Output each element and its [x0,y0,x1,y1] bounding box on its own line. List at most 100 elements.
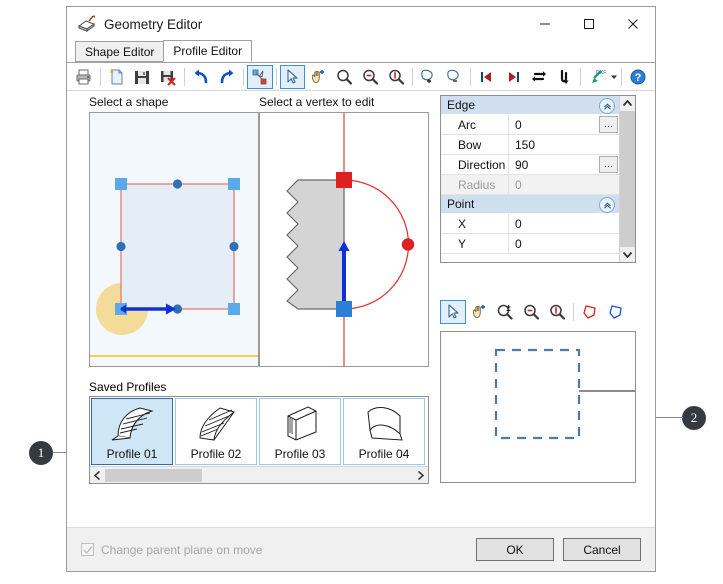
direction-browse-button[interactable]: … [599,156,618,173]
profile-card-04[interactable]: Profile 04 [343,398,425,465]
property-value-field[interactable]: 0 [509,214,619,233]
property-row-arc[interactable]: Arc 0 … [441,115,619,135]
new-document-icon[interactable] [104,65,130,89]
print-icon[interactable] [71,65,97,89]
saved-profiles-row: Profile 01 Profile 02 Profile 03 Profile… [90,397,428,466]
preview-toolbar [440,300,636,324]
geometry-editor-icon [77,15,97,33]
property-value-field[interactable]: 0 [509,234,619,253]
callout-marker-1: 1 [29,441,53,465]
undo-icon[interactable] [188,65,214,89]
zoom-reset-icon[interactable] [383,65,409,89]
scroll-up-icon[interactable] [620,96,635,111]
first-step-icon[interactable] [474,65,500,89]
region-red-icon[interactable] [577,300,603,324]
property-grid-scrollbar[interactable] [619,96,635,262]
profile-label: Profile 03 [274,447,326,461]
scroll-right-icon[interactable] [413,468,428,483]
delete-save-icon[interactable] [155,65,181,89]
minimize-button[interactable] [523,7,567,41]
main-toolbar: DXF ? [67,63,655,91]
profile-card-03[interactable]: Profile 03 [259,398,341,465]
zoom-out-icon[interactable] [357,65,383,89]
property-grid-rows: Edge Arc 0 … Bow 150 Direction 90 … Radi… [441,96,619,262]
group-title: Point [447,197,475,211]
property-row-y[interactable]: Y 0 [441,234,619,254]
property-row-x[interactable]: X 0 [441,214,619,234]
vertex-edit-canvas[interactable] [259,112,429,367]
property-name: Radius [441,175,509,194]
property-group-header-point[interactable]: Point [441,195,619,214]
profile-card-01[interactable]: Profile 01 [91,398,173,465]
profile-wave-thumb [176,399,256,447]
scroll-left-icon[interactable] [90,468,105,483]
collapse-chevron-icon[interactable] [599,197,615,213]
profile-preview-panel[interactable] [440,331,636,483]
ok-button[interactable]: OK [476,538,554,561]
close-button[interactable] [611,7,655,41]
toolbar-separator [411,67,413,86]
collapse-chevron-icon[interactable] [599,98,615,114]
profile-block-thumb [260,399,340,447]
dxf-dropdown-caret-icon[interactable] [610,65,618,89]
redo-icon[interactable] [214,65,240,89]
edit-vertex-icon[interactable] [246,64,273,89]
window-controls [523,7,655,41]
zoom-window-icon[interactable] [492,300,518,324]
select-arrow-icon[interactable] [279,64,306,89]
toolbar-separator [580,67,582,86]
flip-horizontal-icon[interactable] [526,65,552,89]
scrollbar-thumb[interactable] [105,468,202,482]
region-blue-icon[interactable] [603,300,629,324]
property-value-field[interactable]: 0 … [509,115,619,134]
property-row-bow[interactable]: Bow 150 [441,135,619,155]
property-value: 0 [515,216,522,231]
property-name: Direction [441,155,509,174]
pan-hand-icon[interactable] [305,65,331,89]
cancel-button[interactable]: Cancel [563,538,641,561]
flip-vertical-icon[interactable] [551,65,577,89]
change-parent-plane-checkbox[interactable]: Change parent plane on move [81,543,262,557]
property-group-header-edge[interactable]: Edge [441,96,619,115]
group-title: Edge [447,98,476,112]
title-bar: Geometry Editor [67,7,655,41]
tab-shape-editor[interactable]: Shape Editor [75,41,165,62]
property-name: Y [441,234,509,253]
pan-hand-icon[interactable] [466,300,492,324]
property-row-radius: Radius 0 [441,175,619,195]
save-icon[interactable] [130,65,156,89]
property-value-field[interactable]: 90 … [509,155,619,174]
zoom-icon[interactable] [331,65,357,89]
scrollbar-thumb[interactable] [620,111,635,247]
arc-browse-button[interactable]: … [599,116,618,133]
tab-profile-editor[interactable]: Profile Editor [163,40,253,62]
maximize-button[interactable] [567,7,611,41]
property-row-direction[interactable]: Direction 90 … [441,155,619,175]
svg-text:DXF: DXF [596,70,606,76]
profile-card-02[interactable]: Profile 02 [175,398,257,465]
last-step-icon[interactable] [500,65,526,89]
property-name: X [441,214,509,233]
profile-label: Profile 02 [190,447,242,461]
zoom-out-icon[interactable] [518,300,544,324]
dialog-footer: Change parent plane on move OK Cancel [67,527,655,571]
toolbar-separator [621,67,623,86]
zoom-reset-icon[interactable] [544,300,570,324]
checkbox-box[interactable] [81,543,94,556]
tab-label: Shape Editor [85,45,155,59]
help-icon[interactable]: ? [625,65,651,89]
remove-region-icon[interactable] [441,65,467,89]
callout-number: 2 [690,410,698,425]
geometry-editor-window: Geometry Editor Shape Editor Profile Edi… [66,6,656,572]
property-value-field: 0 [509,175,619,194]
saved-profiles-scrollbar[interactable] [90,466,428,483]
property-value-field[interactable]: 150 [509,135,619,154]
callout-number: 1 [37,445,45,460]
select-arrow-icon[interactable] [440,300,466,324]
shape-preview-canvas[interactable] [89,112,259,367]
add-region-icon[interactable] [415,65,441,89]
dxf-export-icon[interactable]: DXF [584,65,610,89]
scroll-down-icon[interactable] [620,247,635,262]
scrollbar-track[interactable] [105,467,413,483]
toolbar-separator [99,67,101,86]
